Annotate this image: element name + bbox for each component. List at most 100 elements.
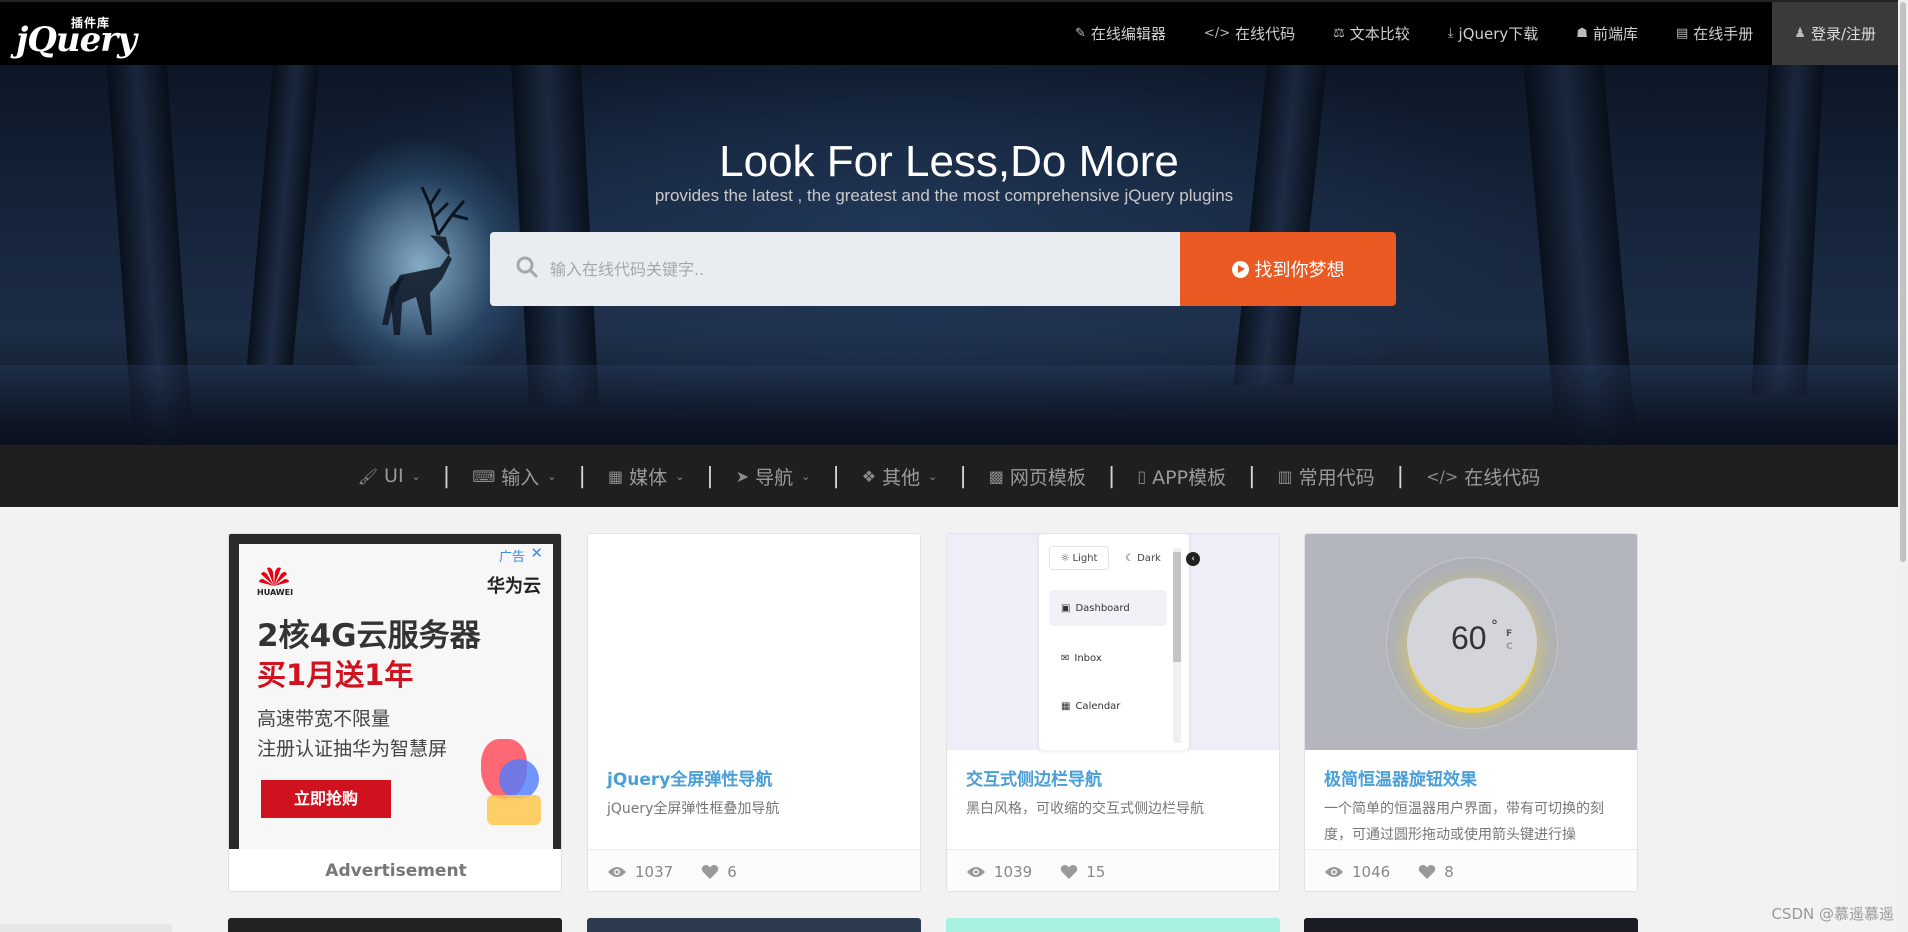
ad-subheadline: 买1月送1年 (257, 658, 414, 692)
nav-login-register[interactable]: ♟ 登录/注册 (1772, 2, 1898, 65)
inbox-icon: ✉ (1061, 652, 1070, 664)
nav-label: 登录/注册 (1810, 25, 1876, 43)
search-box (490, 232, 1180, 306)
light-toggle: ☼ Light (1049, 546, 1109, 570)
chevron-down-icon: ⌄ (411, 469, 421, 483)
ad-cloud-brand: 华为云 (487, 576, 541, 597)
eye-icon (1325, 866, 1343, 877)
category-other[interactable]: ❖ 其他 ⌄ (862, 463, 938, 490)
top-navbar: jQuery 插件库 ✎ 在线编辑器 </> 在线代码 ⚖ 文本比较 ⤓ jQuery下… (0, 0, 1898, 65)
divider: | (959, 463, 967, 489)
dark-label: Dark (1137, 552, 1161, 564)
light-label: Light (1072, 552, 1098, 564)
card-stats: 1039 15 (947, 849, 1279, 891)
card-description: 黑白风格，可收缩的交互式侧边栏导航 (966, 801, 1204, 817)
floating-panel-edge (0, 924, 172, 932)
advertisement-card[interactable]: 广告 ✕ HUAWEI 华为云 2核4G云服务器 买1月送1年 高速带宽不限量 … (228, 533, 562, 892)
category-common-code[interactable]: ▥ 常用代码 (1278, 463, 1375, 490)
heart-icon[interactable] (1060, 864, 1078, 880)
nav-online-code[interactable]: </> 在线代码 (1185, 2, 1314, 65)
nav-label: 在线编辑器 (1090, 25, 1166, 43)
divider: | (442, 463, 451, 489)
nav-label: 在线代码 (1235, 25, 1296, 43)
heart-icon[interactable] (1418, 864, 1436, 880)
category-label: UI (384, 465, 404, 487)
category-input[interactable]: ⌨ 输入 ⌄ (472, 463, 556, 490)
search-icon (516, 256, 538, 278)
ad-cta-button[interactable]: 立即抢购 (261, 780, 391, 818)
category-online-code[interactable]: </> 在线代码 (1426, 463, 1540, 490)
ad-banner[interactable]: 广告 ✕ HUAWEI 华为云 2核4G云服务器 买1月送1年 高速带宽不限量 … (239, 544, 553, 849)
category-label: 网页模板 (1009, 466, 1086, 489)
ad-footer-label: Advertisement (325, 861, 467, 881)
card-stats: 1037 6 (588, 849, 920, 891)
category-app-templates[interactable]: ▯ APP模板 (1137, 463, 1226, 490)
grid-icon: ▩ (988, 466, 1004, 486)
ad-brand: HUAWEI (257, 588, 294, 597)
card-title[interactable]: jQuery全屏弹性导航 (607, 765, 772, 790)
nav-jquery-download[interactable]: ⤓ jQuery下载 (1429, 2, 1558, 65)
dropbox-icon: ❖ (861, 466, 877, 486)
card-title[interactable]: 极简恒温器旋钮效果 (1324, 765, 1477, 790)
watermark: CSDN @慕遥慕遥 (1771, 905, 1894, 923)
category-label: 导航 (755, 466, 794, 489)
file-code-icon: ▥ (1277, 466, 1293, 486)
search-button[interactable]: 找到你梦想 (1180, 232, 1396, 306)
card-description: jQuery全屏弹性框叠加导航 (607, 801, 780, 817)
plugin-card[interactable]: jQuery全屏弹性导航 jQuery全屏弹性框叠加导航 1037 6 (587, 533, 921, 892)
card-thumbnail[interactable]: ☼ Light ☾ Dark ▣ Dashboard ✉ Inbox ▦ Calendar… (947, 534, 1279, 750)
calendar-icon: ▦ (1061, 700, 1071, 712)
scrollbar-thumb[interactable] (1900, 2, 1906, 562)
hero-title: Look For Less,Do More (719, 137, 1179, 186)
plugin-card-partial[interactable] (1304, 918, 1638, 932)
search-input[interactable] (550, 252, 1150, 286)
plugin-card-partial[interactable] (228, 918, 562, 932)
plugin-card-partial[interactable] (946, 918, 1280, 932)
category-web-templates[interactable]: ▩ 网页模板 (989, 463, 1086, 490)
library-icon: ☗ (1576, 26, 1588, 41)
nav-online-manual[interactable]: ▤ 在线手册 (1657, 2, 1772, 65)
top-nav-menu: ✎ 在线编辑器 </> 在线代码 ⚖ 文本比较 ⤓ jQuery下载 ☗ 前端库 ▤ 在线手… (1056, 2, 1898, 65)
category-bar: 🖌 UI ⌄ | ⌨ 输入 ⌄ | ▦ 媒体 ⌄ | ➤ 导航 ⌄ | ❖ 其他 ⌄ | ▩ 网页模板… (0, 445, 1898, 507)
degree-symbol: ° (1491, 618, 1498, 634)
edit-icon: ✎ (1075, 26, 1086, 41)
plugin-card-partial[interactable] (587, 918, 921, 932)
preview-item-label: Calendar (1075, 700, 1121, 712)
ad-headline: 2核4G云服务器 (257, 618, 481, 654)
hero-banner: Look For Less,Do More provides the lates… (0, 65, 1898, 445)
nav-label: 在线手册 (1693, 25, 1754, 43)
ad-tag: 广告 (498, 550, 525, 565)
heart-icon[interactable] (701, 864, 719, 880)
send-icon: ➤ (735, 466, 750, 486)
plugin-card[interactable]: ☼ Light ☾ Dark ▣ Dashboard ✉ Inbox ▦ Calendar… (946, 533, 1280, 892)
like-count: 8 (1444, 862, 1454, 881)
user-icon: ♟ (1794, 26, 1806, 41)
category-label: 其他 (882, 466, 921, 489)
site-logo[interactable]: jQuery 插件库 (16, 14, 137, 60)
balance-icon: ⚖ (1333, 26, 1345, 41)
card-description: 一个简单的恒温器用户界面，带有可切换的刻度，可通过圆形拖动或使用箭头键进行操 (1324, 801, 1604, 843)
card-title[interactable]: 交互式侧边栏导航 (966, 765, 1102, 790)
category-media[interactable]: ▦ 媒体 ⌄ (608, 463, 684, 490)
category-label: 常用代码 (1298, 466, 1375, 489)
keyboard-icon: ⌨ (472, 466, 496, 486)
ad-line: 注册认证抽华为智慧屏 (257, 738, 448, 760)
moon-icon: ☾ (1125, 552, 1135, 564)
sidebar-preview: ☼ Light ☾ Dark ▣ Dashboard ✉ Inbox ▦ Calendar (1039, 534, 1189, 750)
category-navigation[interactable]: ➤ 导航 ⌄ (736, 463, 811, 490)
nav-online-editor[interactable]: ✎ 在线编辑器 (1056, 2, 1185, 65)
logo-badge: 插件库 (71, 16, 111, 30)
nav-frontend-lib[interactable]: ☗ 前端库 (1557, 2, 1657, 65)
category-ui[interactable]: 🖌 UI ⌄ (358, 465, 421, 487)
plugin-card[interactable]: 60 ° F C 极简恒温器旋钮效果 一个简单的恒温器用户界面，带有可切换的刻度… (1304, 533, 1638, 892)
close-icon[interactable]: ✕ (530, 544, 543, 562)
card-thumbnail[interactable]: 60 ° F C (1305, 534, 1637, 750)
search-button-label: 找到你梦想 (1254, 260, 1345, 281)
nav-text-compare[interactable]: ⚖ 文本比较 (1314, 2, 1429, 65)
card-thumbnail[interactable] (588, 534, 920, 750)
category-label: APP模板 (1152, 466, 1227, 489)
page-scrollbar[interactable] (1898, 0, 1908, 932)
sun-icon: ☼ (1060, 552, 1070, 564)
divider: | (578, 463, 586, 489)
tree-decoration (1233, 65, 1327, 385)
